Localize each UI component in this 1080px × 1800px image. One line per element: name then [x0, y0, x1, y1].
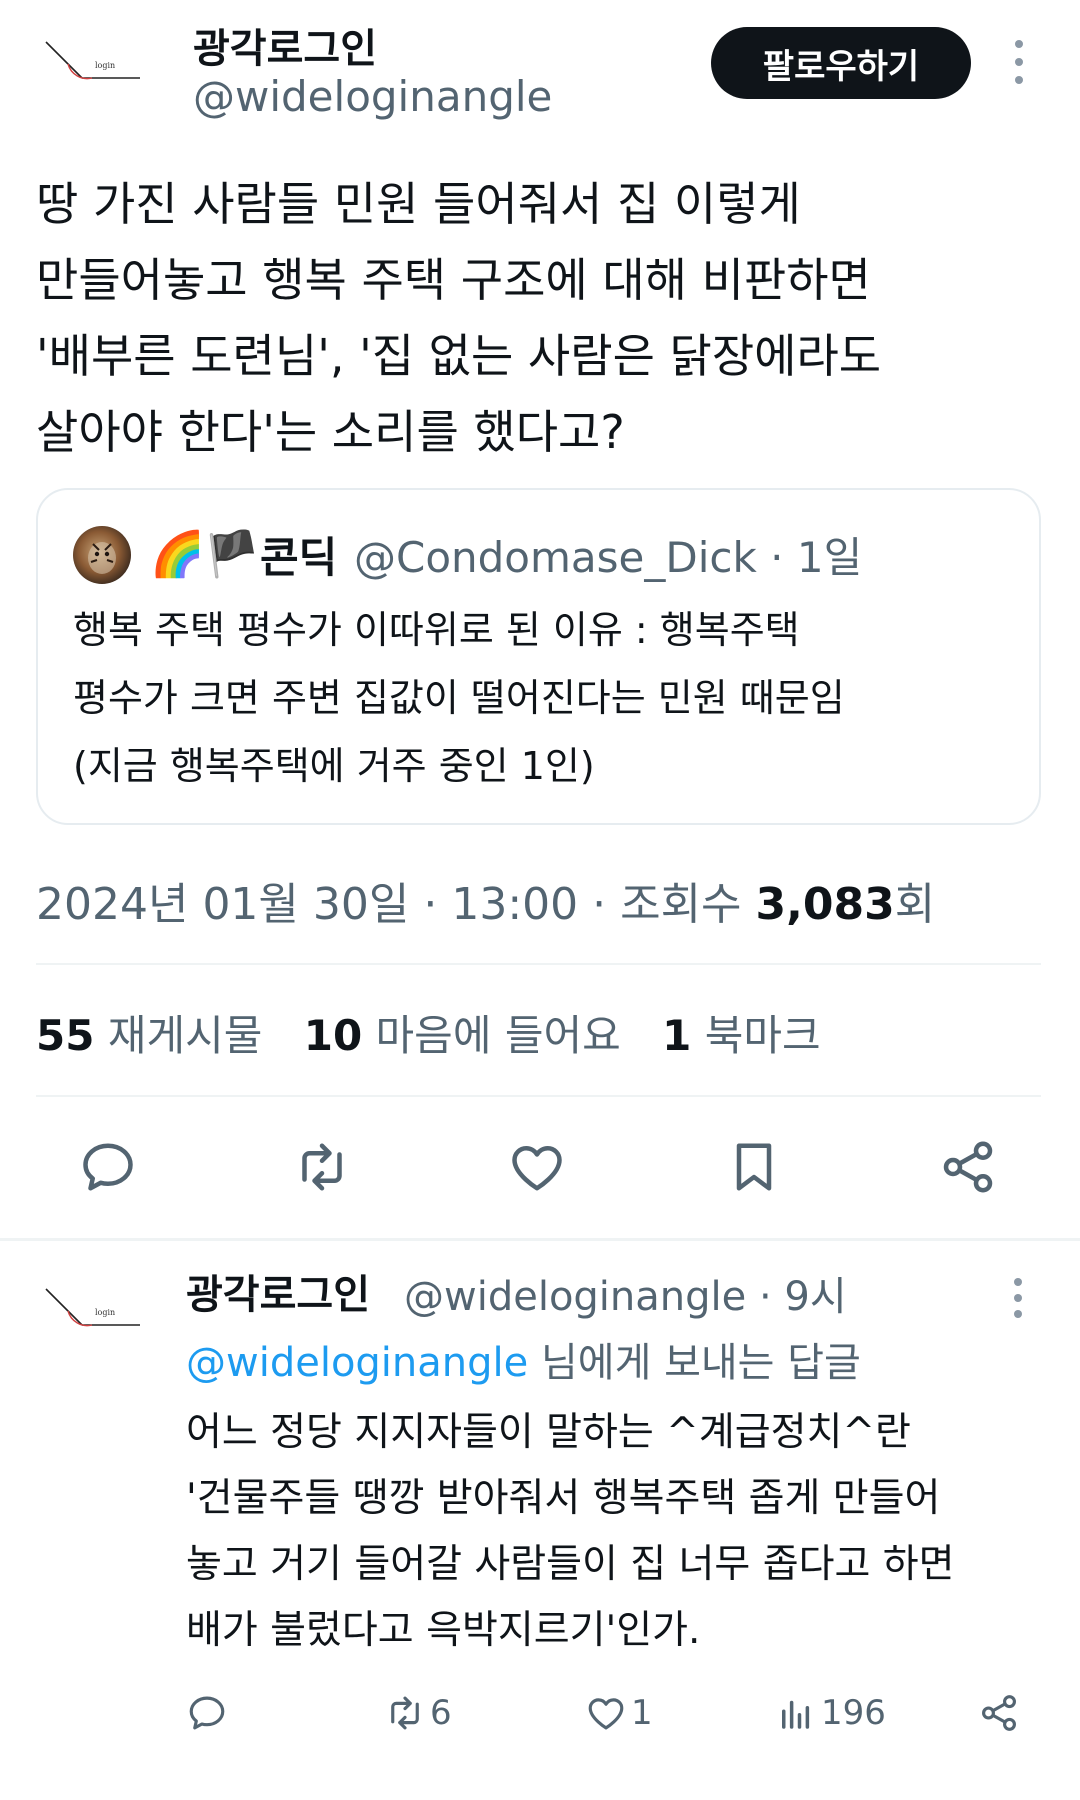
- reposts-stat[interactable]: 55 재게시물: [36, 1002, 262, 1063]
- repost-icon: [391, 1696, 419, 1730]
- likes-stat[interactable]: 10 마음에 들어요: [304, 1002, 621, 1063]
- reply-text-line: 어느 정당 지지자들이 말하는 ^계급정치^란: [186, 1410, 911, 1455]
- login-angle-logo-icon: login: [45, 1288, 140, 1327]
- view-count: 3,083: [755, 879, 895, 930]
- bookmarks-label: 북마크: [704, 1011, 821, 1060]
- more-vertical-icon[interactable]: [1009, 40, 1029, 84]
- quote-emoji-badges: 🌈🏴: [150, 529, 260, 580]
- quote-text-line: 평수가 크면 주변 집값이 떨어진다는 민원 때문임: [73, 676, 845, 720]
- repost-icon: [302, 1143, 342, 1191]
- reply-text: 어느 정당 지지자들이 말하는 ^계급정치^란 '건물주들 땡깡 받아줘서 행복…: [186, 1400, 955, 1664]
- tiger-avatar-icon: [88, 542, 116, 574]
- follow-button[interactable]: 팔로우하기: [711, 27, 971, 99]
- share-icon: [982, 1695, 1016, 1731]
- tweet-text-line: '배부른 도련님', '집 없는 사람은 닭장에라도: [36, 329, 882, 383]
- views-suffix: 회: [894, 879, 936, 930]
- reply-views-button[interactable]: 196: [775, 1685, 886, 1741]
- quote-author-name[interactable]: 콘딕: [260, 524, 337, 585]
- reply-author-handle[interactable]: @wideloginangle · 9시: [404, 1264, 847, 1322]
- quote-text-line: (지금 행복주택에 거주 중인 1인): [73, 744, 595, 788]
- quoted-tweet-card[interactable]: 🌈🏴 콘딕 @Condomase_Dick · 1일 행복 주택 평수가 이따위…: [36, 488, 1041, 825]
- login-angle-logo-icon: login: [45, 41, 140, 80]
- reply-reply-button[interactable]: [186, 1685, 228, 1741]
- tweet-text-line: 살아야 한다'는 소리를 했다고?: [36, 405, 625, 459]
- engagement-stats: 55 재게시물 10 마음에 들어요 1 북마크: [36, 1002, 849, 1063]
- quote-author-handle[interactable]: @Condomase_Dick · 1일: [354, 524, 862, 585]
- reply-author-avatar[interactable]: login: [40, 1275, 160, 1355]
- quote-text: 행복 주택 평수가 이따위로 된 이유 : 행복주택 평수가 크면 주변 집값이…: [73, 596, 845, 800]
- tweet-timestamp-views: 2024년 01월 30일 · 13:00 · 조회수 3,083회: [36, 868, 935, 932]
- reply-like-button[interactable]: 1: [585, 1685, 653, 1741]
- like-icon: [588, 1698, 624, 1730]
- views-chart-icon: [782, 1700, 810, 1729]
- more-vertical-icon[interactable]: [1008, 1278, 1028, 1318]
- author-name[interactable]: 광각로그인: [193, 16, 377, 74]
- reply-author-name[interactable]: 광각로그인: [186, 1262, 370, 1320]
- tweet-text-line: 땅 가진 사람들 민원 들어줘서 집 이렇게: [36, 177, 801, 231]
- timestamp[interactable]: 2024년 01월 30일 · 13:00 · 조회수: [36, 879, 756, 930]
- reposts-count: 55: [36, 1011, 95, 1060]
- tweet-text-line: 만들어놓고 행복 주택 구조에 대해 비판하면: [36, 253, 871, 307]
- quote-text-line: 행복 주택 평수가 이따위로 된 이유 : 행복주택: [73, 608, 800, 652]
- logo-text: login: [95, 61, 115, 70]
- section-divider: [0, 1238, 1080, 1241]
- reply-view-count: 196: [821, 1693, 886, 1733]
- tweet-header: login 광각로그인 @wideloginangle 팔로우하기: [0, 0, 1080, 130]
- bookmarks-count: 1: [662, 1011, 692, 1060]
- likes-label: 마음에 들어요: [375, 1011, 621, 1060]
- share-button[interactable]: [933, 1132, 1003, 1202]
- replying-to: @wideloginangle 님에게 보내는 답글: [186, 1330, 861, 1388]
- bookmark-icon: [736, 1143, 772, 1191]
- reply-to-suffix: 님에게 보내는 답글: [528, 1340, 861, 1386]
- reply-icon: [189, 1696, 225, 1730]
- tweet-text: 땅 가진 사람들 민원 들어줘서 집 이렇게 만들어놓고 행복 주택 구조에 대…: [36, 166, 1036, 470]
- reply-repost-button[interactable]: 6: [384, 1685, 452, 1741]
- reply-share-button[interactable]: [978, 1685, 1020, 1741]
- reposts-label: 재게시물: [107, 1011, 263, 1060]
- reply-text-line: 배가 불렀다고 윽박지르기'인가.: [186, 1608, 701, 1653]
- repost-button[interactable]: [287, 1132, 357, 1202]
- divider: [36, 1095, 1041, 1097]
- reply-to-mention[interactable]: @wideloginangle: [186, 1340, 528, 1386]
- reply-icon: [83, 1143, 133, 1191]
- like-icon: [512, 1146, 562, 1191]
- reply-text-line: '건물주들 땡깡 받아줘서 행복주택 좁게 만들어: [186, 1476, 941, 1521]
- logo-text: login: [95, 1308, 115, 1317]
- author-avatar[interactable]: login: [40, 28, 160, 108]
- share-icon: [943, 1141, 993, 1193]
- reply-text-line: 놓고 거기 들어갈 사람들이 집 너무 좁다고 하면: [186, 1542, 955, 1587]
- author-handle[interactable]: @wideloginangle: [193, 72, 552, 121]
- quote-avatar[interactable]: [73, 526, 131, 584]
- reply-like-count: 1: [631, 1693, 653, 1733]
- bookmark-button[interactable]: [719, 1132, 789, 1202]
- divider: [36, 963, 1041, 965]
- reply-repost-count: 6: [430, 1693, 452, 1733]
- likes-count: 10: [303, 1011, 363, 1060]
- like-button[interactable]: [502, 1132, 572, 1202]
- reply-button[interactable]: [73, 1132, 143, 1202]
- bookmarks-stat[interactable]: 1 북마크: [662, 1002, 821, 1063]
